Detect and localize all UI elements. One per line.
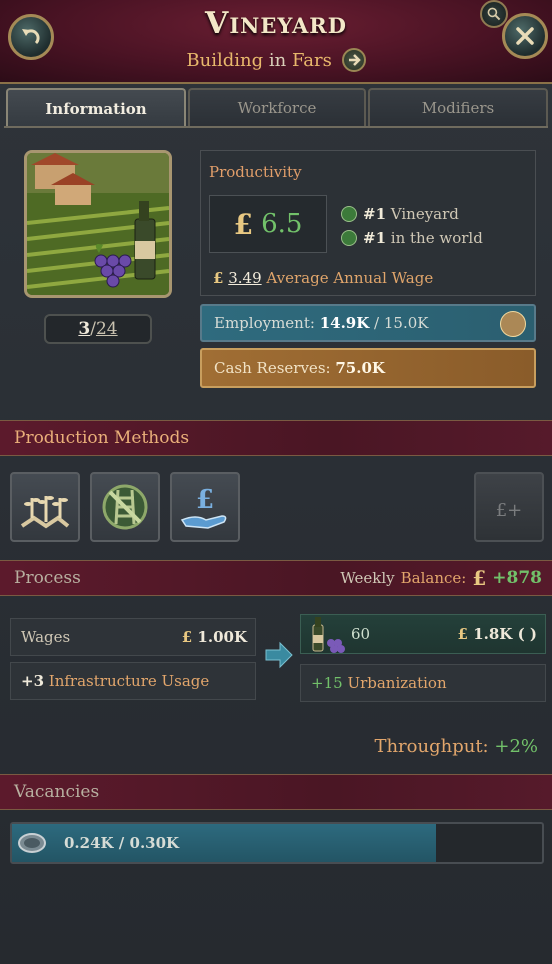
production-methods-header: Production Methods — [0, 420, 552, 456]
svg-text:£: £ — [196, 485, 214, 515]
employment-max: 15.0K — [383, 314, 429, 332]
throughput-value: +2% — [494, 736, 538, 757]
tab-information[interactable]: Information — [6, 88, 186, 128]
vacancies-current: 0.24K — [64, 834, 114, 852]
cash-reserves-label: Cash Reserves: — [214, 359, 331, 377]
cash-reserves-bar[interactable]: Cash Reserves: 75.0K — [200, 348, 536, 388]
productivity-box: Productivity £ 6.5 #1 Vineyard #1 in the… — [200, 150, 536, 296]
wages-label: Wages — [21, 628, 71, 646]
page-subtitle: Building in Fars — [0, 48, 552, 72]
pound-icon: £ — [181, 628, 193, 646]
infrastructure-label: Infrastructure Usage — [48, 672, 210, 690]
wine-output[interactable]: 60 £ 1.8K ( ) — [300, 614, 546, 654]
wages-input[interactable]: Wages £ 1.00K — [10, 618, 256, 656]
building-type: Building — [186, 50, 264, 71]
building-level[interactable]: 3 / 24 — [44, 314, 152, 344]
weekly-balance-label: Balance: — [400, 569, 467, 587]
wage-subsidy-icon: £ — [180, 485, 227, 529]
cash-reserves-value: 75.0K — [335, 359, 385, 377]
rank-world: #1 in the world — [341, 229, 483, 247]
tab-divider — [4, 126, 548, 128]
tab-modifiers[interactable]: Modifiers — [368, 88, 548, 126]
vacancies-header: Vacancies — [0, 774, 552, 810]
weekly-balance-value: +878 — [492, 568, 542, 588]
output-amount: 60 — [351, 625, 371, 643]
pound-icon: £ — [457, 625, 468, 643]
wages-amount: £ 1.00K — [182, 628, 247, 646]
close-icon — [516, 27, 534, 45]
productivity-value-box[interactable]: £ 6.5 — [209, 195, 327, 253]
location-link[interactable]: Fars — [292, 50, 332, 71]
panel-header: Vineyard Building in Fars — [0, 0, 552, 84]
vacancies-max: 0.30K — [129, 834, 180, 852]
rank-text: Vineyard — [390, 205, 459, 223]
hire-workers-icon[interactable] — [500, 311, 526, 337]
close-button[interactable] — [502, 13, 548, 59]
process-arrow-icon — [265, 641, 293, 669]
wine-icon — [312, 617, 345, 653]
building-panel: Vineyard Building in Fars Information Wo… — [0, 0, 552, 964]
production-method-no-railways[interactable] — [90, 472, 160, 542]
urbanization-label: Urbanization — [347, 674, 447, 692]
tab-workforce[interactable]: Workforce — [188, 88, 366, 126]
rank-number: #1 — [363, 229, 387, 247]
pound-icon: £ — [472, 566, 487, 590]
tab-bar: Information Workforce Modifiers — [6, 88, 548, 128]
infrastructure-usage[interactable]: +3 Infrastructure Usage — [10, 662, 256, 700]
pound-icon: £ — [233, 207, 254, 241]
subtitle-connector: in — [268, 50, 287, 71]
rank-text: in the world — [390, 229, 483, 247]
productivity-value: 6.5 — [261, 209, 303, 239]
svg-text:£+: £+ — [496, 500, 523, 521]
employment-current: 14.9K — [319, 314, 370, 332]
building-image — [24, 150, 172, 298]
level-current: 3 — [78, 319, 91, 339]
add-funds-button[interactable]: £+ — [474, 472, 544, 542]
rank-number: #1 — [363, 205, 387, 223]
no-railways-icon — [102, 484, 148, 530]
urbanization-value: +15 — [311, 674, 343, 692]
output-value-text: 1.8K — [473, 625, 513, 643]
rank-up-icon — [341, 230, 357, 246]
employment-bar[interactable]: Employment: 14.9K / 15.0K — [200, 304, 536, 342]
output-value: £ 1.8K ( ) — [458, 625, 537, 643]
search-icon — [487, 7, 501, 21]
employment-label: Employment: — [214, 314, 315, 332]
rank-up-icon — [341, 206, 357, 222]
average-wage-value: 3.49 — [228, 269, 262, 287]
search-button[interactable] — [480, 0, 508, 28]
throughput-label: Throughput: — [374, 736, 489, 757]
add-funds-icon: £+ — [496, 500, 523, 521]
vacancies-label: 0.24K / 0.30K — [64, 834, 179, 852]
rank-type: #1 Vineyard — [341, 205, 459, 223]
urbanization[interactable]: +15 Urbanization — [300, 664, 546, 702]
throughput[interactable]: Throughput: +2% — [374, 736, 538, 757]
production-method-farming[interactable] — [10, 472, 80, 542]
employment-separator: / — [369, 314, 384, 332]
average-wage-label: Average Annual Wage — [266, 269, 434, 287]
page-title: Vineyard — [205, 6, 347, 41]
level-max: 24 — [95, 319, 118, 339]
productivity-label: Productivity — [209, 163, 302, 181]
weekly-balance[interactable]: Weekly Balance: £ +878 — [340, 566, 542, 590]
average-wage: £ 3.49 Average Annual Wage — [213, 269, 433, 287]
weekly-balance-prefix: Weekly — [340, 569, 395, 587]
output-suffix: ( ) — [517, 625, 537, 643]
vacancy-icon — [18, 833, 46, 853]
go-to-location-icon[interactable] — [341, 48, 366, 72]
farming-icon — [20, 496, 70, 529]
wages-value: 1.00K — [197, 628, 247, 646]
vacancies-bar[interactable]: 0.24K / 0.30K — [10, 822, 544, 864]
process-title: Process — [14, 568, 81, 588]
production-method-wages[interactable]: £ — [170, 472, 240, 542]
vacancies-separator: / — [113, 834, 130, 852]
infrastructure-value: +3 — [21, 672, 45, 690]
pound-icon: £ — [213, 269, 224, 287]
